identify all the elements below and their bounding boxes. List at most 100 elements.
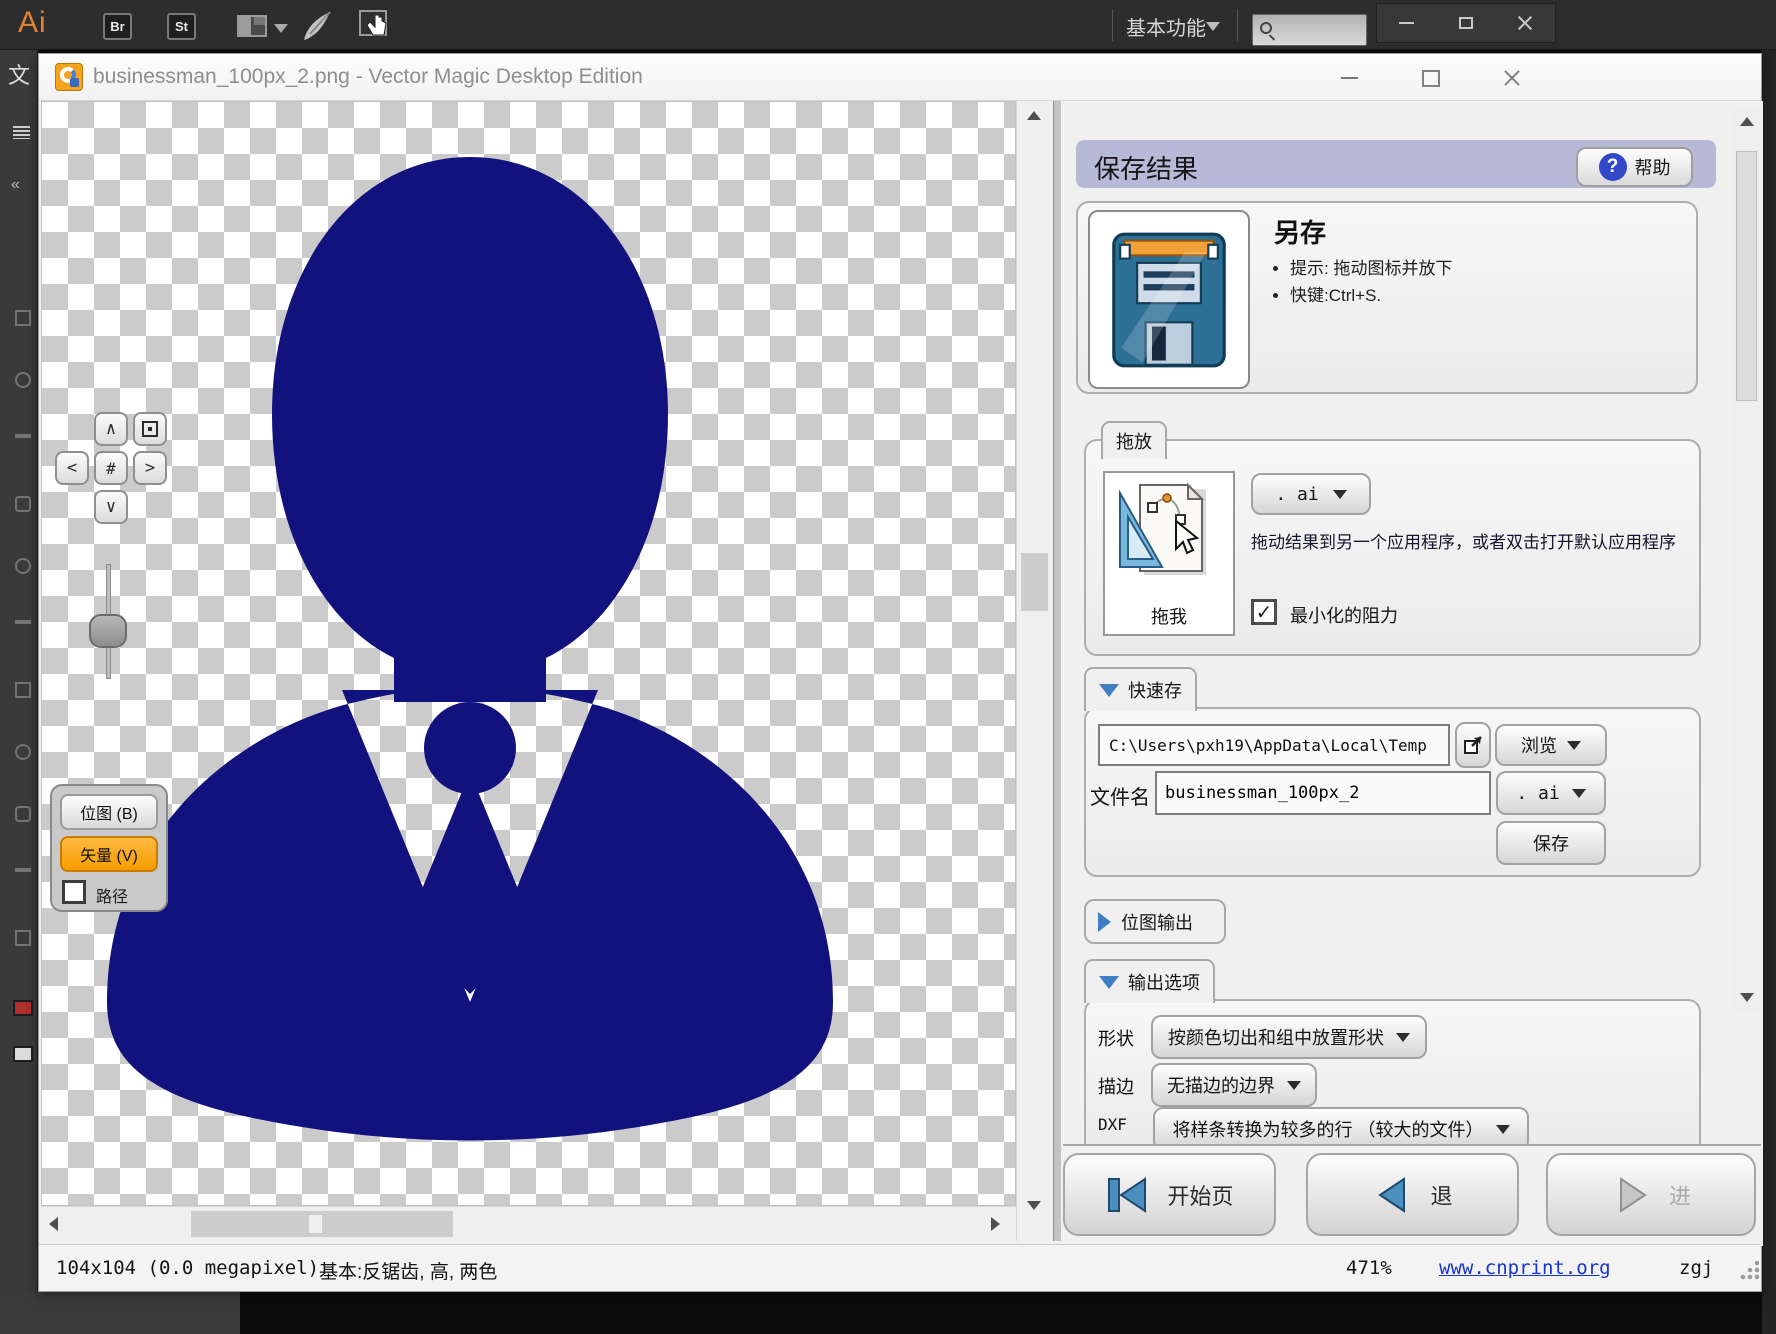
skip-to-start-icon	[1108, 1176, 1147, 1213]
open-folder-button[interactable]	[1455, 722, 1491, 768]
scroll-left-icon[interactable]	[49, 1217, 58, 1231]
bitmap-view-button[interactable]: 位图 (B)	[60, 794, 158, 830]
stroke-label: 描边	[1098, 1077, 1134, 1097]
file-menu-partial[interactable]: 文	[8, 58, 30, 90]
ai-tool-icon[interactable]	[15, 620, 31, 624]
open-external-icon	[1464, 736, 1482, 754]
pan-right-button[interactable]: >	[133, 451, 167, 485]
output-options-tab[interactable]: 输出选项	[1084, 959, 1215, 1003]
scroll-down-icon[interactable]	[1740, 993, 1754, 1002]
center-view-button[interactable]: #	[94, 451, 128, 485]
stock-button[interactable]: St	[167, 13, 196, 40]
minimize-button[interactable]	[1331, 64, 1367, 92]
maximize-button[interactable]	[1413, 64, 1449, 92]
scroll-up-icon[interactable]	[1740, 117, 1754, 126]
panel-vertical-scrollbar[interactable]	[1733, 109, 1761, 1011]
vertical-scroll-thumb[interactable]	[1736, 151, 1757, 401]
dxf-dropdown[interactable]: 将样条转换为较多的行 （较大的文件）	[1153, 1107, 1529, 1144]
minimize-friction-checkbox[interactable]: ✓	[1251, 599, 1277, 625]
minimize-button[interactable]	[1377, 4, 1436, 42]
arrange-documents-icon[interactable]	[237, 15, 267, 37]
vector-view-button[interactable]: 矢量 (V)	[60, 836, 158, 872]
help-button[interactable]: ? 帮助	[1576, 147, 1693, 187]
panel-header: 保存结果 ? 帮助	[1076, 140, 1716, 188]
back-button[interactable]: 退	[1306, 1153, 1519, 1236]
fill-color-swatch[interactable]	[13, 1000, 33, 1016]
browse-button[interactable]: 浏览	[1495, 724, 1607, 766]
save-drag-tile[interactable]	[1088, 210, 1250, 389]
ai-tool-icon[interactable]	[15, 682, 31, 698]
vertical-scroll-thumb[interactable]	[1021, 553, 1048, 611]
start-page-button[interactable]: 开始页	[1063, 1153, 1276, 1236]
drag-section-tab: 拖放	[1101, 421, 1167, 459]
bridge-button[interactable]: Br	[103, 13, 132, 40]
collapse-triangle-icon	[1099, 975, 1119, 989]
illustrator-panel-strip	[0, 1292, 240, 1334]
titlebar[interactable]: businessman_100px_2.png - Vector Magic D…	[39, 54, 1761, 101]
expand-triangle-icon	[1098, 911, 1111, 932]
close-button[interactable]	[1493, 64, 1529, 92]
workspace-switcher[interactable]: 基本功能	[1126, 12, 1206, 41]
panel-divider	[1063, 1144, 1761, 1146]
collapse-panel-icon[interactable]: «	[11, 176, 20, 194]
ai-tool-icon[interactable]	[15, 558, 31, 574]
drag-me-tile[interactable]: 拖我	[1103, 471, 1235, 636]
zoom-slider-thumb[interactable]	[89, 614, 127, 648]
search-input[interactable]	[1277, 17, 1363, 43]
pan-down-button[interactable]: ∨	[94, 490, 128, 524]
zoom-fit-button[interactable]	[133, 412, 167, 446]
panel-title: 保存结果	[1094, 154, 1199, 184]
panel-menu-icon[interactable]	[13, 126, 30, 139]
tip-item: 快键:Ctrl+S.	[1290, 282, 1452, 309]
ai-tool-icon[interactable]	[15, 744, 31, 760]
ai-tool-icon[interactable]	[15, 372, 31, 388]
image-size-status: 104x104 (0.0 megapixel)	[56, 1257, 320, 1279]
path-checkbox[interactable]	[62, 880, 86, 904]
quick-save-tab[interactable]: 快速存	[1084, 667, 1197, 711]
ai-tool-icon[interactable]	[15, 930, 31, 946]
ai-tool-icon[interactable]	[15, 496, 31, 512]
scroll-down-icon[interactable]	[1027, 1201, 1041, 1210]
ai-tool-icon[interactable]	[15, 434, 31, 438]
preview-canvas[interactable]: ∧ < # > ∨ 位图 (B) 矢量 (V) 路径	[41, 101, 1016, 1206]
horizontal-scroll-thumb[interactable]	[191, 1211, 453, 1237]
website-link[interactable]: www.cnprint.org	[1439, 1257, 1611, 1279]
save-path-field[interactable]: C:\Users\pxh19\AppData\Local\Temp	[1098, 724, 1450, 766]
floppy-disk-icon	[1112, 232, 1226, 367]
app-icon	[55, 63, 83, 91]
forward-button[interactable]: 进	[1546, 1153, 1756, 1236]
menubar-divider	[1112, 9, 1113, 41]
maximize-button[interactable]	[1436, 4, 1495, 42]
stroke-color-swatch[interactable]	[13, 1046, 33, 1062]
splitter[interactable]	[1053, 101, 1061, 1241]
ai-tool-icon[interactable]	[15, 806, 31, 822]
pan-up-button[interactable]: ∧	[94, 412, 128, 446]
illustrator-window-controls	[1376, 3, 1556, 43]
path-checkbox-label: 路径	[96, 889, 129, 906]
save-button[interactable]: 保存	[1496, 821, 1606, 865]
drag-description: 拖动结果到另一个应用程序，或者双击打开默认应用程序	[1251, 533, 1676, 552]
canvas-horizontal-scrollbar[interactable]	[41, 1206, 1016, 1241]
stroke-dropdown[interactable]: 无描边的边界	[1151, 1063, 1317, 1107]
resize-grip[interactable]	[1739, 1261, 1759, 1281]
arrange-documents-arrow-icon[interactable]	[274, 24, 288, 33]
scroll-up-icon[interactable]	[1027, 111, 1041, 120]
scroll-right-icon[interactable]	[991, 1217, 1000, 1231]
filename-input[interactable]	[1155, 771, 1491, 815]
brush-icon[interactable]	[300, 8, 336, 44]
quick-save-box: C:\Users\pxh19\AppData\Local\Temp 浏览 文件名…	[1084, 707, 1701, 877]
bitmap-output-tab[interactable]: 位图输出	[1084, 899, 1226, 944]
format-dropdown[interactable]: . ai	[1496, 771, 1606, 815]
shape-dropdown[interactable]: 按颜色切出和组中放置形状	[1151, 1015, 1427, 1059]
search-box[interactable]	[1252, 14, 1367, 46]
ai-tool-icon[interactable]	[15, 310, 31, 326]
ai-tool-icon[interactable]	[15, 868, 31, 872]
shape-label: 形状	[1098, 1029, 1134, 1049]
canvas-vertical-scrollbar[interactable]	[1016, 101, 1052, 1241]
workspace-arrow-icon[interactable]	[1206, 22, 1220, 31]
pan-left-button[interactable]: <	[55, 451, 89, 485]
hand-tool-icon[interactable]	[358, 9, 394, 43]
close-button[interactable]	[1496, 4, 1555, 42]
collapse-triangle-icon	[1099, 683, 1119, 697]
format-dropdown[interactable]: . ai	[1251, 473, 1371, 515]
